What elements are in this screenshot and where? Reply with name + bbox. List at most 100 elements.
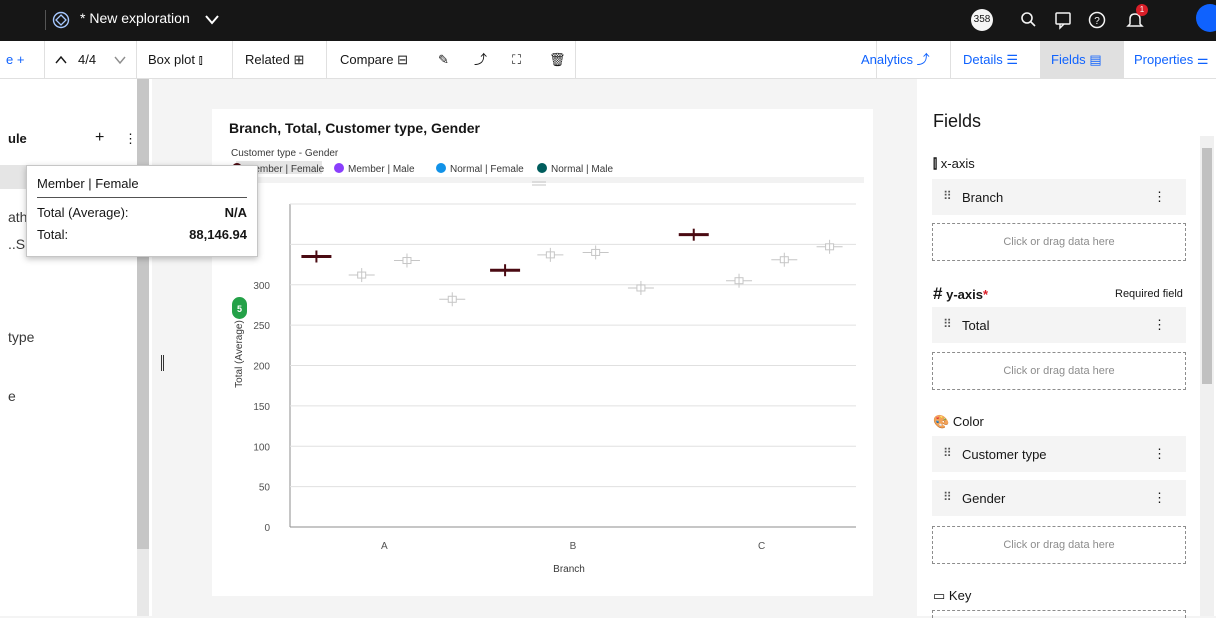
chevron-up-icon[interactable] xyxy=(55,55,67,65)
side-badge-label: 5 xyxy=(237,304,242,314)
overflow-menu-icon[interactable]: ⋮ xyxy=(124,131,137,147)
fields-panel-title: Fields xyxy=(933,111,982,131)
box-mark[interactable] xyxy=(582,245,609,260)
x-tick-label: B xyxy=(570,541,577,552)
chart-legend: Member | Female Member | Male Normal | Fem… xyxy=(232,161,613,175)
drag-handle-icon[interactable]: ⠿ xyxy=(943,446,952,460)
panel-heading: ule xyxy=(8,131,27,146)
details-icon: ☰ xyxy=(1006,52,1019,67)
y-axis-label: Total (Average) xyxy=(234,320,245,388)
x-tick-label: A xyxy=(381,541,388,552)
chat-icon[interactable] xyxy=(1052,9,1074,31)
svg-text:?: ? xyxy=(1094,16,1100,27)
compare-icon: ⊟ xyxy=(397,52,408,67)
drag-handle-icon[interactable]: ⠿ xyxy=(943,490,952,504)
box-plot-chart[interactable]: Branch, Total, Customer type, Gender Cus… xyxy=(212,109,873,596)
chevron-down-icon[interactable] xyxy=(205,14,219,26)
fullscreen-icon[interactable]: ⛶ xyxy=(512,41,521,79)
overflow-menu-icon[interactable]: ⋮ xyxy=(1153,317,1166,333)
field-label: Branch xyxy=(962,190,1004,205)
legend-label: Normal | Female xyxy=(450,164,524,175)
x-axis-section: ⫿ x-axis xyxy=(933,156,975,171)
y-tick-label: 100 xyxy=(253,442,270,453)
bar-chart-icon: ⫿ xyxy=(933,156,938,171)
legend-label: Normal | Male xyxy=(551,164,613,175)
required-field-text: Required field xyxy=(1115,288,1183,300)
chart-card: Branch, Total, Customer type, Gender Cus… xyxy=(212,109,873,596)
left-item[interactable]: type xyxy=(8,329,34,345)
box-mark[interactable] xyxy=(726,273,753,288)
compare-button[interactable]: Compare ⊟ xyxy=(340,41,408,79)
color-drop-zone[interactable]: Click or drag data here xyxy=(932,526,1186,564)
hash-icon: # xyxy=(933,284,943,303)
color-section: 🎨 Color xyxy=(933,414,984,429)
box-mark[interactable] xyxy=(348,268,375,283)
legend-item[interactable]: Normal | Female xyxy=(436,163,524,175)
avatar[interactable] xyxy=(1196,4,1216,32)
legend-item[interactable]: Member | Male xyxy=(334,163,415,175)
drag-handle-icon[interactable]: ⠿ xyxy=(943,189,952,203)
key-icon: ▭ xyxy=(933,588,946,603)
legend-swatch xyxy=(537,163,547,173)
delete-icon[interactable]: 🗑 xyxy=(549,41,566,79)
pin-icon[interactable]: ✎ xyxy=(438,41,449,79)
box-mark[interactable] xyxy=(490,264,521,277)
chart-marks[interactable] xyxy=(301,228,843,307)
y-tick-label: 150 xyxy=(253,402,270,413)
properties-icon: ⚌ xyxy=(1196,52,1209,67)
left-item[interactable]: ath xyxy=(8,209,27,225)
overflow-menu-icon[interactable]: ⋮ xyxy=(1153,189,1166,205)
box-mark[interactable] xyxy=(301,250,332,263)
tooltip-row-label: Total (Average): xyxy=(37,205,129,220)
drag-handle-icon[interactable]: ⠿ xyxy=(943,317,952,331)
legend-swatch xyxy=(436,163,446,173)
trend-icon[interactable]: ⤴ xyxy=(474,41,487,79)
box-mark[interactable] xyxy=(816,239,843,254)
x-axis-field-chip[interactable]: ⠿ Branch ⋮ xyxy=(932,179,1186,215)
tooltip-row: Total: 88,146.94 xyxy=(37,227,247,242)
left-item[interactable]: e xyxy=(8,388,16,404)
x-axis-drop-zone[interactable]: Click or drag data here xyxy=(932,223,1186,261)
y-tick-label: 50 xyxy=(259,483,271,494)
y-axis-drop-zone[interactable]: Click or drag data here xyxy=(932,352,1186,390)
box-mark[interactable] xyxy=(678,228,709,241)
search-icon[interactable] xyxy=(1018,9,1040,31)
side-badge[interactable]: 5 xyxy=(232,297,247,319)
properties-tab[interactable]: Properties ⚌ xyxy=(1134,41,1209,79)
color-field-chip[interactable]: ⠿ Gender ⋮ xyxy=(932,480,1186,516)
add-icon[interactable]: + xyxy=(95,129,104,147)
panel-resize-handle[interactable] xyxy=(161,355,164,371)
key-section: ▭ Key xyxy=(933,588,972,603)
exploration-title[interactable]: * New exploration xyxy=(80,10,190,26)
box-mark[interactable] xyxy=(771,252,798,267)
box-mark[interactable] xyxy=(393,253,420,268)
box-mark[interactable] xyxy=(439,292,466,307)
color-field-chip[interactable]: ⠿ Customer type ⋮ xyxy=(932,436,1186,472)
help-icon[interactable]: ? xyxy=(1086,9,1108,31)
chevron-down-icon[interactable] xyxy=(114,55,126,65)
box-mark[interactable] xyxy=(627,280,654,295)
y-axis-section: # y-axis* xyxy=(933,284,989,303)
related-button[interactable]: Related ⊞ xyxy=(245,41,304,79)
legend-label: Member | Male xyxy=(348,164,415,175)
box-plot-icon: ⫾ xyxy=(198,52,203,67)
box-plot-button[interactable]: Box plot ⫾ xyxy=(148,41,203,79)
tooltip-row-value: N/A xyxy=(224,205,247,220)
legend-item[interactable]: Normal | Male xyxy=(537,163,613,175)
overflow-menu-icon[interactable]: ⋮ xyxy=(1153,490,1166,506)
box-mark[interactable] xyxy=(537,247,564,262)
fields-icon: ▤ xyxy=(1089,52,1102,67)
key-drop-zone[interactable] xyxy=(932,610,1186,618)
add-partial-button[interactable]: e + xyxy=(6,41,24,79)
y-axis-field-chip[interactable]: ⠿ Total ⋮ xyxy=(932,307,1186,343)
left-scrollbar[interactable] xyxy=(137,79,149,616)
legend-title: Customer type - Gender xyxy=(231,148,339,159)
tooltip-title: Member | Female xyxy=(37,176,247,198)
overflow-menu-icon[interactable]: ⋮ xyxy=(1153,446,1166,462)
details-tab[interactable]: Details ☰ xyxy=(963,41,1018,79)
fields-scrollbar[interactable] xyxy=(1200,136,1214,616)
notification-count-badge[interactable]: 358 xyxy=(971,9,993,31)
chart-grid xyxy=(289,203,856,528)
fields-tab[interactable]: Fields ▤ xyxy=(1051,41,1102,79)
analytics-tab[interactable]: Analytics ⤴ xyxy=(861,41,930,79)
